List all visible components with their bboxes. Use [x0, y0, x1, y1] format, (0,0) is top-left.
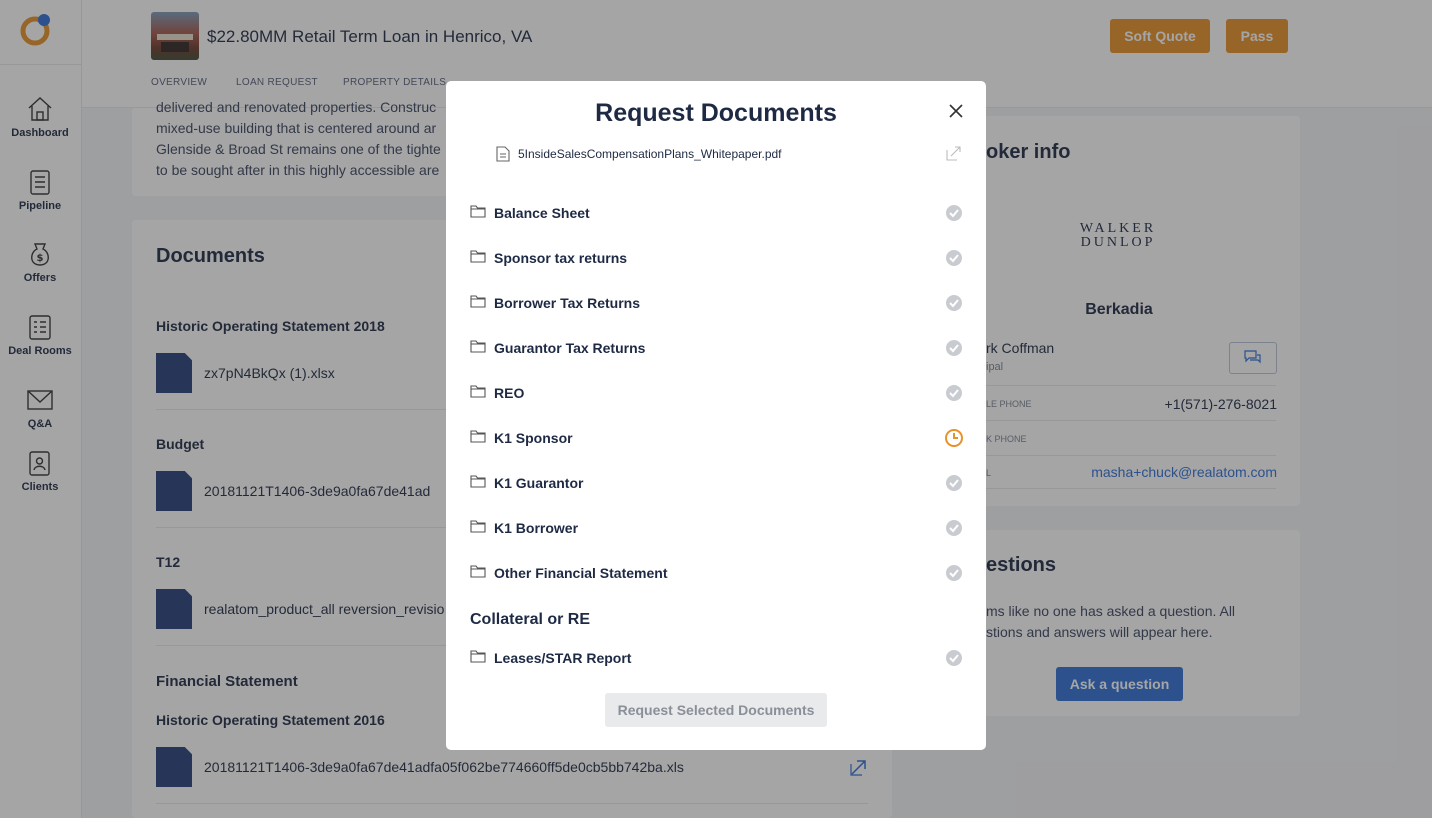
check-circle-icon: [946, 295, 962, 311]
document-type-label: Leases/STAR Report: [494, 650, 632, 666]
folder-icon: [470, 250, 486, 263]
pending-clock-icon: [945, 429, 963, 447]
document-type-row[interactable]: REO: [470, 381, 964, 405]
folder-icon: [470, 475, 486, 488]
check-circle-icon: [946, 475, 962, 491]
check-circle-icon: [946, 565, 962, 581]
document-type-label: K1 Borrower: [494, 520, 579, 536]
check-circle-icon: [946, 650, 962, 666]
open-external-icon[interactable]: [946, 145, 962, 161]
document-type-label: Guarantor Tax Returns: [494, 340, 646, 356]
folder-icon: [470, 430, 486, 443]
attached-file-item[interactable]: 5InsideSalesCompensationPlans_Whitepaper…: [494, 145, 964, 163]
check-circle-icon: [946, 205, 962, 221]
document-type-row[interactable]: Sponsor tax returns: [470, 246, 964, 270]
folder-icon: [470, 385, 486, 398]
document-type-label: K1 Sponsor: [494, 430, 573, 446]
attached-file-name: 5InsideSalesCompensationPlans_Whitepaper…: [518, 147, 782, 161]
close-icon[interactable]: [946, 101, 966, 121]
check-circle-icon: [946, 250, 962, 266]
folder-icon: [470, 205, 486, 218]
document-type-row[interactable]: K1 Borrower: [470, 516, 964, 540]
check-circle-icon: [946, 340, 962, 356]
document-icon: [496, 146, 510, 162]
document-type-label: REO: [494, 385, 525, 401]
folder-icon: [470, 520, 486, 533]
document-type-row[interactable]: Guarantor Tax Returns: [470, 336, 964, 360]
check-circle-icon: [946, 520, 962, 536]
modal-title: Request Documents: [595, 99, 837, 127]
check-circle-icon: [946, 385, 962, 401]
document-type-row[interactable]: Leases/STAR Report: [470, 646, 964, 670]
document-type-row[interactable]: K1 Sponsor: [470, 426, 964, 450]
document-type-label: Balance Sheet: [494, 205, 590, 221]
folder-icon: [470, 295, 486, 308]
folder-icon: [470, 565, 486, 578]
document-type-label: Sponsor tax returns: [494, 250, 628, 266]
document-type-row[interactable]: Borrower Tax Returns: [470, 291, 964, 315]
document-type-label: K1 Guarantor: [494, 475, 584, 491]
folder-icon: [470, 650, 486, 663]
request-selected-documents-button[interactable]: Request Selected Documents: [605, 693, 827, 727]
document-type-label: Borrower Tax Returns: [494, 295, 640, 311]
document-type-row[interactable]: Other Financial Statement: [470, 561, 964, 585]
document-type-row[interactable]: K1 Guarantor: [470, 471, 964, 495]
request-documents-modal: Request Documents 5InsideSalesCompensati…: [446, 81, 986, 750]
collateral-section-heading: Collateral or RE: [470, 611, 591, 628]
document-type-label: Other Financial Statement: [494, 565, 668, 581]
folder-icon: [470, 340, 486, 353]
document-type-row[interactable]: Balance Sheet: [470, 201, 964, 225]
